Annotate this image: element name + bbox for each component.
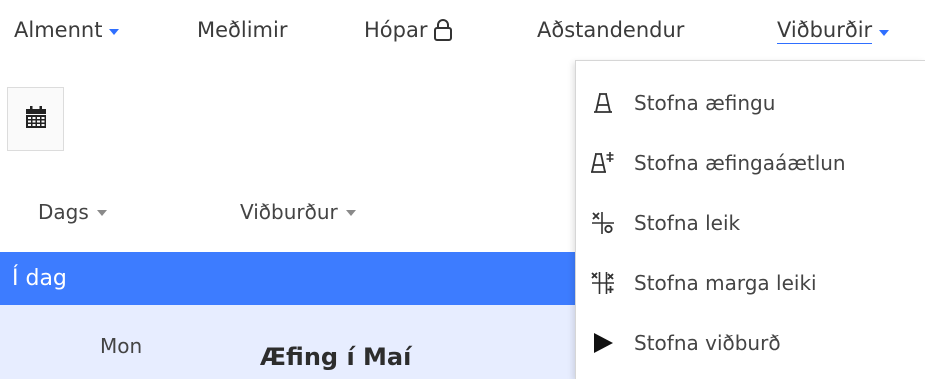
- today-band: [0, 252, 600, 305]
- lock-icon: [433, 18, 453, 42]
- nav-item-almennt[interactable]: Almennt: [14, 18, 120, 42]
- event-title[interactable]: Æfing í Maí: [260, 343, 411, 371]
- menu-item-label: Stofna viðburð: [634, 331, 781, 355]
- top-nav: Almennt Meðlimir Hópar Aðstandendur Viðb…: [0, 0, 925, 64]
- menu-item-create-training[interactable]: Stofna æfingu: [576, 78, 925, 128]
- nav-item-label: Almennt: [14, 18, 103, 42]
- match-icon: [590, 210, 616, 236]
- column-header-event[interactable]: Viðburður: [240, 200, 356, 224]
- chevron-down-icon: [109, 28, 120, 35]
- menu-item-label: Stofna leik: [634, 211, 741, 235]
- chevron-down-icon: [879, 29, 890, 36]
- training-plan-icon: [590, 150, 616, 176]
- column-header-date[interactable]: Dags: [38, 200, 107, 224]
- multiple-matches-icon: [590, 270, 616, 296]
- nav-item-label: Hópar: [364, 18, 428, 42]
- calendar-button[interactable]: [7, 87, 64, 151]
- play-icon: [590, 330, 616, 356]
- menu-item-label: Stofna æfingaáætlun: [634, 151, 846, 175]
- calendar-icon: [25, 106, 46, 132]
- event-day: Mon: [100, 334, 143, 358]
- menu-item-create-match[interactable]: Stofna leik: [576, 198, 925, 248]
- nav-item-adstandendur[interactable]: Aðstandendur: [537, 18, 684, 42]
- today-label: Í dag: [12, 266, 67, 291]
- nav-item-label: Aðstandendur: [537, 18, 685, 42]
- column-header-label: Viðburður: [240, 200, 338, 224]
- column-header-label: Dags: [38, 200, 89, 224]
- sort-down-icon: [96, 210, 107, 216]
- nav-item-medlimir[interactable]: Meðlimir: [197, 18, 287, 42]
- nav-item-vidburdir[interactable]: Viðburðir: [777, 18, 890, 44]
- menu-item-create-training-plan[interactable]: Stofna æfingaáætlun: [576, 138, 925, 188]
- training-icon: [590, 90, 616, 116]
- nav-item-hopar[interactable]: Hópar: [364, 18, 453, 42]
- menu-item-create-event[interactable]: Stofna viðburð: [576, 318, 925, 368]
- menu-item-label: Stofna æfingu: [634, 91, 776, 115]
- nav-item-label: Viðburðir: [777, 18, 873, 44]
- menu-item-create-multiple-matches[interactable]: Stofna marga leiki: [576, 258, 925, 308]
- nav-item-label: Meðlimir: [197, 18, 288, 42]
- menu-item-label: Stofna marga leiki: [634, 271, 817, 295]
- events-dropdown-menu: Stofna æfingu Stofna æfingaáætlun Stofna…: [575, 60, 925, 379]
- sort-down-icon: [345, 210, 356, 216]
